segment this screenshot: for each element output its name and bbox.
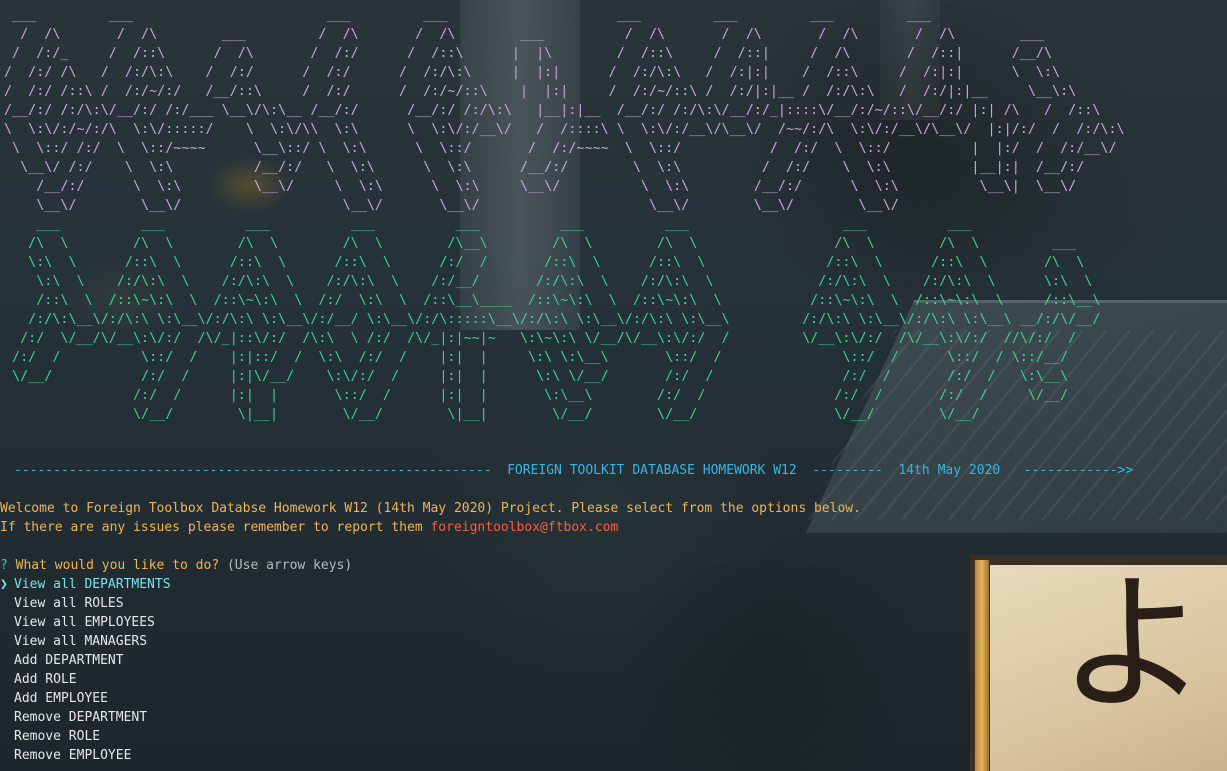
prompt-question-mark: ? [0, 558, 8, 573]
menu-option-label: Remove ROLE [14, 729, 101, 744]
report-issues-text: If there are any issues please remember … [0, 520, 431, 535]
menu-option-label: Remove DEPARTMENT [14, 710, 148, 725]
pointer-spacer [0, 746, 14, 765]
menu-option-label: Add DEPARTMENT [14, 653, 124, 668]
menu-option[interactable]: Remove EMPLOYEE [0, 746, 171, 765]
ascii-banner-bottom: ___ ___ ___ ___ ___ ___ ___ ___ ___ /\ \… [12, 217, 1101, 422]
divider-arrow: ------------>> [1023, 463, 1134, 478]
pointer-spacer [0, 670, 14, 689]
menu-option-label: Remove EMPLOYEE [14, 748, 132, 763]
pointer-spacer [0, 613, 14, 632]
prompt-hint: (Use arrow keys) [226, 558, 353, 573]
menu-option[interactable]: Remove ROLE [0, 727, 171, 746]
menu-option-label: View all EMPLOYEES [14, 615, 155, 630]
header-divider: ----------------------------------------… [14, 461, 1133, 480]
menu-option[interactable]: Add EMPLOYEE [0, 689, 171, 708]
ascii-banner-top: ___ ___ ___ ___ ___ ___ ___ ___ / /\ / /… [4, 8, 1125, 213]
pointer-spacer [0, 651, 14, 670]
prompt: ? What would you like to do? (Use arrow … [0, 556, 352, 575]
divider-mid-dashes: --------- [812, 463, 883, 478]
prompt-question: What would you like to do? [15, 558, 220, 573]
menu-option-label: Add ROLE [14, 672, 77, 687]
project-date: 14th May 2020 [898, 463, 1001, 478]
support-email: foreigntoolbox@ftbox.com [430, 520, 619, 535]
pointer-spacer [0, 594, 14, 613]
action-menu[interactable]: ❯ View all DEPARTMENTS View all ROLES Vie… [0, 575, 171, 765]
menu-option-label: View all ROLES [14, 596, 124, 611]
menu-option[interactable]: Add DEPARTMENT [0, 651, 171, 670]
menu-option[interactable]: View all MANAGERS [0, 632, 171, 651]
pointer-spacer [0, 727, 14, 746]
project-title: FOREIGN TOOLKIT DATABASE HOMEWORK W12 [507, 463, 797, 478]
pointer-spacer [0, 632, 14, 651]
pointer-spacer [0, 689, 14, 708]
menu-option[interactable]: View all ROLES [0, 594, 171, 613]
report-issues-message: If there are any issues please remember … [0, 518, 618, 537]
menu-option-label: View all MANAGERS [14, 634, 148, 649]
terminal-window: ___ ___ ___ ___ ___ ___ ___ ___ / /\ / /… [0, 0, 1227, 771]
menu-option[interactable]: View all EMPLOYEES [0, 613, 171, 632]
menu-option-label: View all DEPARTMENTS [14, 577, 171, 592]
menu-option-label: Add EMPLOYEE [14, 691, 108, 706]
menu-option[interactable]: ❯ View all DEPARTMENTS [0, 575, 171, 594]
pointer-spacer [0, 708, 14, 727]
menu-option[interactable]: Add ROLE [0, 670, 171, 689]
divider-left-dashes: ----------------------------------------… [14, 463, 492, 478]
menu-option[interactable]: Remove DEPARTMENT [0, 708, 171, 727]
welcome-message: Welcome to Foreign Toolbox Databse Homew… [0, 501, 861, 516]
selection-pointer-icon: ❯ [0, 577, 8, 592]
